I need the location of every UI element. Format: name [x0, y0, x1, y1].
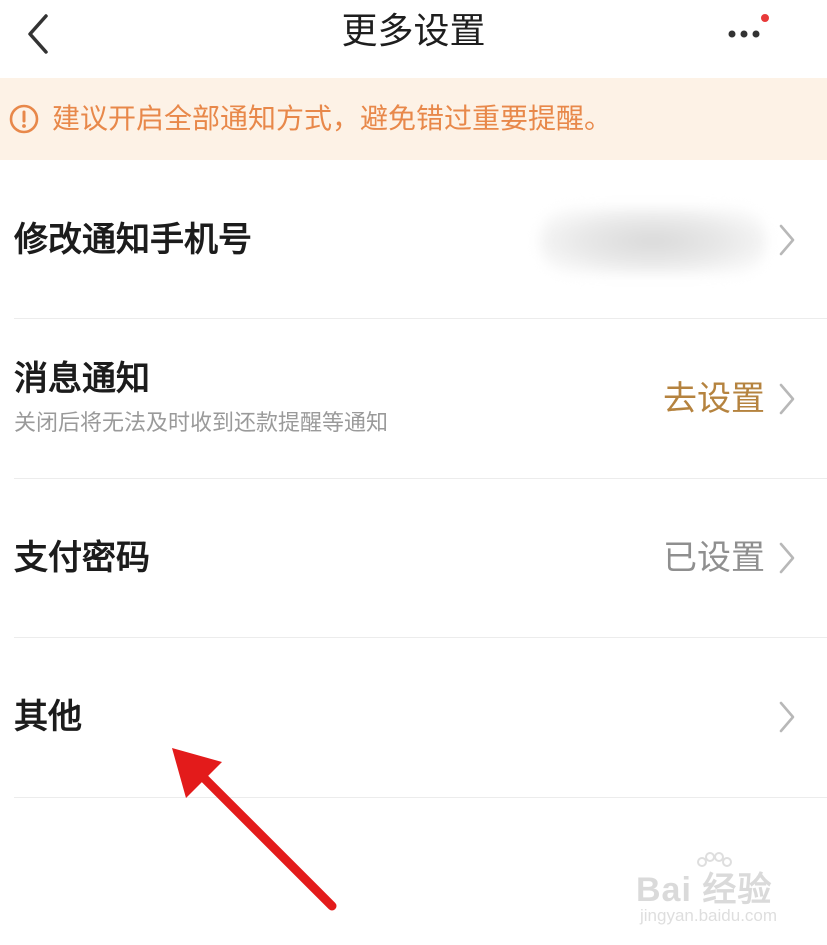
more-button[interactable] — [718, 10, 778, 58]
setup-link[interactable]: 去设置 — [663, 377, 765, 421]
list-item-title: 消息通知 — [14, 359, 150, 399]
page-title: 更多设置 — [341, 11, 486, 52]
notice-banner: 建议开启全部通知方式，避免错过重要提醒。 — [0, 78, 827, 160]
alert-circle-icon — [9, 104, 39, 134]
watermark-logo: Bai 经验 — [636, 871, 773, 909]
notification-badge — [761, 14, 769, 22]
blurred-phone-number — [540, 208, 766, 274]
list-item-title: 其他 — [14, 697, 82, 737]
chevron-right-icon — [779, 701, 795, 733]
divider — [14, 797, 827, 798]
annotation-arrow — [172, 748, 337, 911]
list-item-subtitle: 关闭后将无法及时收到还款提醒等通知 — [14, 411, 389, 436]
status-value: 已设置 — [663, 538, 765, 578]
list-item-payment-password[interactable]: 支付密码 已设置 — [0, 479, 827, 637]
list-item-title: 支付密码 — [14, 538, 150, 578]
list-item-change-phone[interactable]: 修改通知手机号 — [0, 160, 827, 318]
watermark-url: jingyan.baidu.com — [640, 906, 778, 925]
chevron-right-icon — [779, 383, 795, 415]
list-item-title: 修改通知手机号 — [14, 220, 252, 260]
watermark: Bai 经验 jingyan.baidu.com — [636, 852, 806, 932]
chevron-right-icon — [779, 224, 795, 256]
list-item-message-notification[interactable]: 消息通知 关闭后将无法及时收到还款提醒等通知 去设置 — [0, 319, 827, 477]
nav-bar: 更多设置 — [0, 0, 827, 76]
chevron-right-icon — [779, 542, 795, 574]
notice-text: 建议开启全部通知方式，避免错过重要提醒。 — [52, 102, 613, 135]
list-item-other[interactable]: 其他 — [0, 638, 827, 796]
more-dots-icon — [728, 30, 760, 38]
